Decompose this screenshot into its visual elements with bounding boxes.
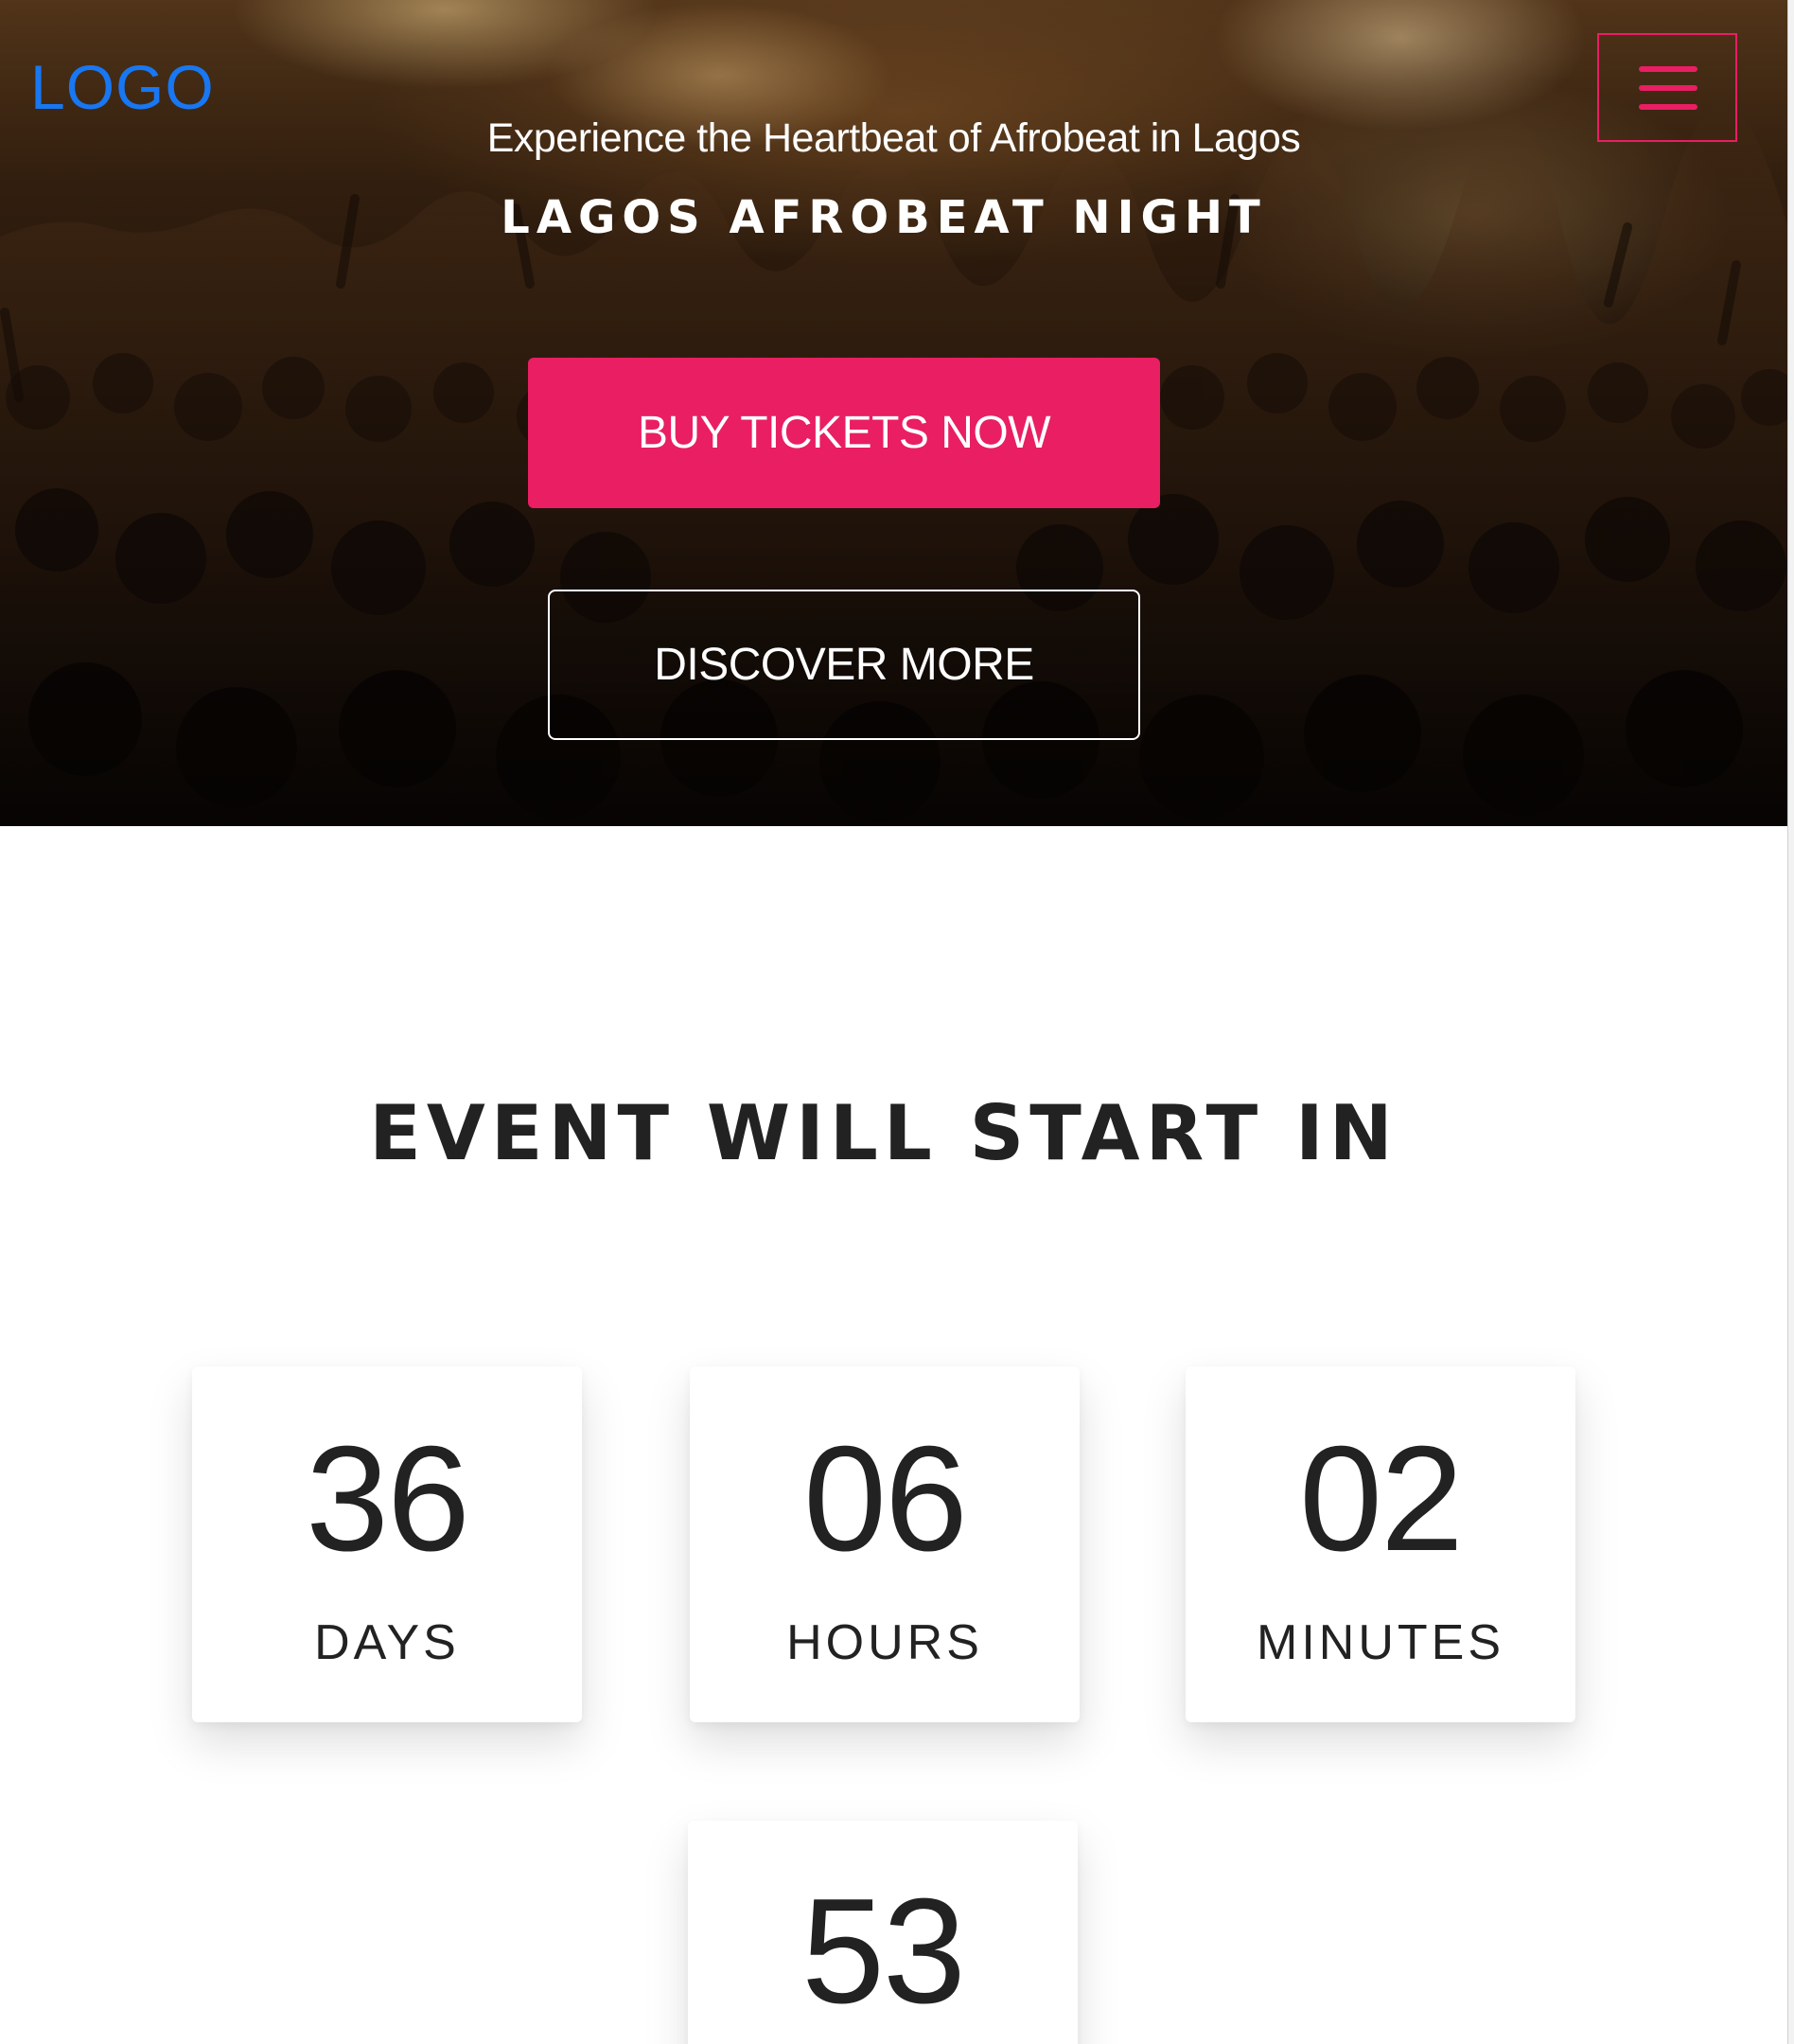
- minutes-value: 02: [1299, 1416, 1464, 1582]
- days-value: 36: [306, 1416, 470, 1582]
- countdown-minutes-card: 02 MINUTES: [1186, 1366, 1575, 1722]
- hours-value: 06: [803, 1416, 968, 1582]
- event-title: LAGOS AFROBEAT NIGHT: [501, 191, 1267, 244]
- discover-more-button[interactable]: DISCOVER MORE: [548, 590, 1140, 740]
- minutes-label: MINUTES: [1257, 1615, 1504, 1670]
- countdown-days-card: 36 DAYS: [192, 1366, 582, 1722]
- hours-label: HOURS: [786, 1615, 983, 1670]
- countdown-hours-card: 06 HOURS: [690, 1366, 1080, 1722]
- countdown-heading: EVENT WILL START IN: [369, 1089, 1398, 1177]
- seconds-value: 53: [801, 1868, 966, 2035]
- page-scrollbar-edge: [1787, 0, 1794, 2044]
- page: LOGO Experience the Heartbeat of Afrobea…: [0, 0, 1794, 2044]
- days-label: DAYS: [314, 1615, 460, 1670]
- hamburger-icon: [1639, 66, 1697, 110]
- hero-tagline: Experience the Heartbeat of Afrobeat in …: [486, 115, 1301, 161]
- hero-section: LOGO Experience the Heartbeat of Afrobea…: [0, 0, 1787, 826]
- buy-tickets-button[interactable]: BUY TICKETS NOW: [528, 358, 1160, 508]
- countdown-seconds-card: 53: [688, 1821, 1078, 2044]
